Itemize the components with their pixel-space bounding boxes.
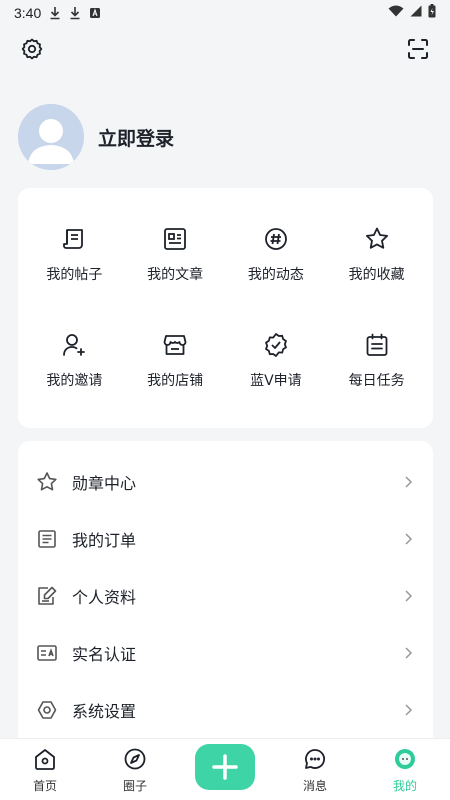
status-bar: 3:40 — [0, 0, 450, 26]
grid-item-invites[interactable]: 我的邀请 — [24, 308, 125, 414]
avatar[interactable] — [18, 104, 84, 170]
chevron-right-icon — [401, 646, 415, 660]
bottom-tab-bar: 首页 圈子 消息 我的 — [0, 738, 450, 800]
battery-icon — [428, 4, 436, 22]
chevron-right-icon — [401, 532, 415, 546]
download-icon — [49, 6, 61, 20]
scan-icon — [408, 39, 428, 59]
list-label: 勋章中心 — [72, 473, 137, 493]
compass-icon — [124, 748, 146, 770]
tab-label: 首页 — [32, 779, 57, 793]
grid-item-store[interactable]: 我的店铺 — [125, 308, 226, 414]
top-bar — [18, 34, 432, 64]
grid-item-daily-tasks[interactable]: 每日任务 — [326, 308, 427, 414]
grid-item-posts[interactable]: 我的帖子 — [24, 202, 125, 308]
chevron-right-icon — [401, 703, 415, 717]
add-post-button[interactable] — [195, 744, 255, 790]
default-avatar-icon — [18, 104, 84, 170]
status-time: 3:40 — [14, 5, 42, 21]
profile-face-icon — [395, 749, 415, 769]
order-icon — [36, 528, 58, 550]
grid-label: 我的动态 — [247, 267, 304, 283]
tab-home[interactable]: 首页 — [0, 747, 90, 794]
calendar-task-icon — [366, 333, 388, 356]
wifi-icon — [388, 5, 404, 21]
list-label: 个人资料 — [72, 587, 137, 607]
tab-label: 我的 — [392, 779, 417, 793]
grid-item-favorites[interactable]: 我的收藏 — [326, 202, 427, 308]
plus-icon — [212, 754, 238, 780]
tab-circles[interactable]: 圈子 — [90, 747, 180, 794]
tab-add[interactable] — [180, 744, 270, 794]
profile-section[interactable]: 立即登录 — [18, 104, 174, 170]
grid-label: 蓝V申请 — [250, 373, 302, 389]
grid-label: 我的店铺 — [147, 373, 204, 389]
list-item-real-name[interactable]: 实名认证 — [18, 624, 433, 681]
post-icon — [63, 229, 84, 249]
grid-label: 我的邀请 — [46, 373, 103, 389]
store-icon — [163, 335, 187, 355]
tab-mine[interactable]: 我的 — [360, 747, 450, 794]
grid-item-moments[interactable]: 我的动态 — [226, 202, 327, 308]
signal-icon — [410, 5, 422, 21]
list-item-system-settings[interactable]: 系统设置 — [18, 681, 433, 738]
chevron-right-icon — [401, 589, 415, 603]
gear-icon — [21, 38, 43, 60]
tab-messages[interactable]: 消息 — [270, 747, 360, 794]
list-item-orders[interactable]: 我的订单 — [18, 510, 433, 567]
list-label: 实名认证 — [72, 644, 137, 664]
chevron-right-icon — [401, 475, 415, 489]
settings-icon — [36, 699, 58, 721]
hashtag-icon — [264, 228, 287, 250]
list-label: 系统设置 — [72, 701, 137, 721]
download-icon — [69, 6, 81, 20]
list-label: 我的订单 — [72, 530, 137, 550]
grid-item-verified[interactable]: 蓝V申请 — [226, 308, 327, 414]
menu-list: 勋章中心 我的订单 个人资料 实名认证 系统设置 — [18, 441, 433, 741]
home-icon — [35, 749, 55, 770]
grid-label: 每日任务 — [348, 373, 405, 389]
login-link[interactable]: 立即登录 — [98, 124, 174, 151]
star-icon — [365, 227, 388, 249]
list-item-profile-info[interactable]: 个人资料 — [18, 567, 433, 624]
article-icon — [164, 228, 187, 250]
tab-label: 消息 — [302, 779, 327, 793]
settings-button[interactable] — [18, 35, 46, 63]
tab-label: 圈子 — [122, 779, 147, 793]
chat-icon — [305, 749, 326, 769]
scan-button[interactable] — [404, 35, 432, 63]
grid-item-articles[interactable]: 我的文章 — [125, 202, 226, 308]
grid-label: 我的帖子 — [46, 267, 103, 283]
verified-badge-icon — [264, 333, 287, 357]
medal-star-icon — [36, 471, 58, 493]
grid-label: 我的文章 — [147, 267, 204, 283]
list-item-medals[interactable]: 勋章中心 — [18, 453, 433, 510]
feature-grid: 我的帖子 我的文章 我的动态 我的收藏 我的邀请 我的店铺 蓝V申请 每日任务 — [18, 188, 433, 428]
id-card-icon — [36, 642, 58, 664]
app-notification-icon — [89, 6, 101, 20]
edit-profile-icon — [36, 585, 58, 607]
invite-user-icon — [63, 334, 86, 356]
grid-label: 我的收藏 — [348, 267, 405, 283]
